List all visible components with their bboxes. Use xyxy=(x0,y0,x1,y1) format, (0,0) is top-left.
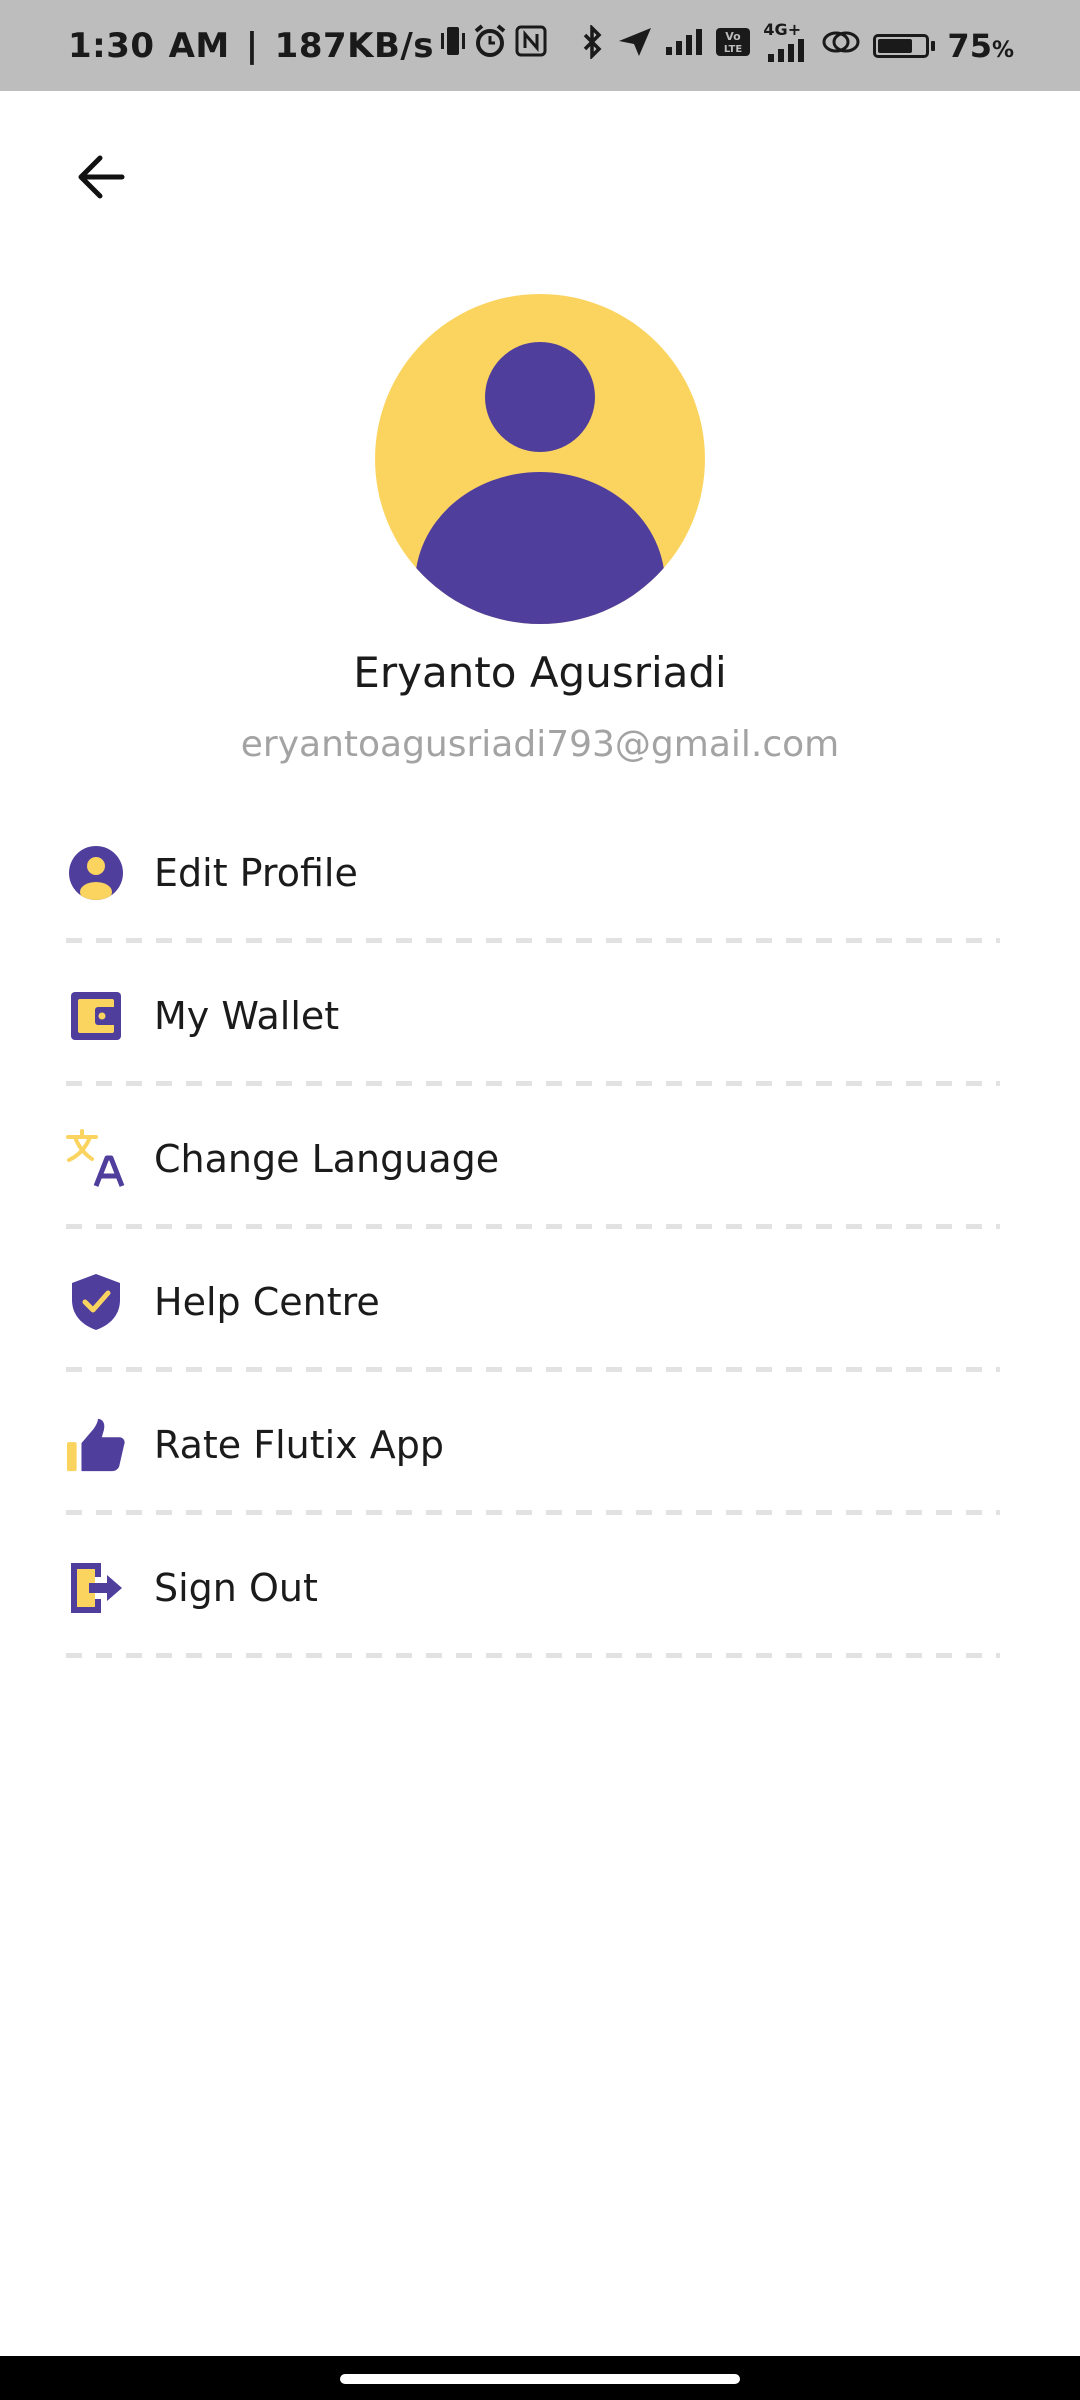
status-separator: | xyxy=(245,25,259,66)
translate-icon xyxy=(66,1128,126,1189)
menu-label-change-language: Change Language xyxy=(154,1136,500,1181)
location-send-icon xyxy=(617,25,653,67)
sign-out-icon xyxy=(66,1558,126,1618)
status-bar: 1:30 AM | 187KB/s Vo LTE 4G+ 75% xyxy=(0,0,1080,91)
menu-label-rate-app: Rate Flutix App xyxy=(154,1422,444,1467)
arrow-left-icon xyxy=(76,154,126,204)
menu-item-change-language[interactable]: Change Language xyxy=(66,1098,1000,1241)
menu-label-sign-out: Sign Out xyxy=(154,1565,318,1610)
svg-text:LTE: LTE xyxy=(724,44,743,55)
status-time: 1:30 xyxy=(68,25,155,66)
volte-icon: Vo LTE xyxy=(715,26,751,66)
alarm-icon xyxy=(472,23,508,68)
profile-menu: Edit Profile My Wallet Change Language H… xyxy=(66,812,1000,1670)
hotspot-icon xyxy=(821,26,861,66)
network-type-label: 4G+ xyxy=(763,19,802,39)
vibrate-icon xyxy=(440,24,466,67)
user-avatar-icon xyxy=(375,294,705,624)
menu-label-edit-profile: Edit Profile xyxy=(154,850,358,895)
svg-text:Vo: Vo xyxy=(726,30,742,43)
thumbs-up-icon xyxy=(66,1415,126,1475)
menu-item-edit-profile[interactable]: Edit Profile xyxy=(66,812,1000,955)
status-ampm: AM xyxy=(168,25,230,66)
user-circle-icon xyxy=(66,843,126,903)
menu-item-help-centre[interactable]: Help Centre xyxy=(66,1241,1000,1384)
shield-check-icon xyxy=(66,1272,126,1332)
menu-item-sign-out[interactable]: Sign Out xyxy=(66,1527,1000,1670)
back-button[interactable] xyxy=(66,148,136,210)
profile-name: Eryanto Agusriadi xyxy=(353,648,727,697)
network-speed: 187KB/s xyxy=(274,25,435,66)
battery-percent: 75% xyxy=(947,26,1014,65)
menu-label-my-wallet: My Wallet xyxy=(154,993,340,1038)
status-left: 1:30 AM | 187KB/s xyxy=(68,0,548,91)
nfc-icon xyxy=(514,24,548,67)
avatar[interactable] xyxy=(375,294,705,624)
signal-icon xyxy=(665,27,703,65)
menu-label-help-centre: Help Centre xyxy=(154,1279,380,1324)
status-right: Vo LTE 4G+ 75% xyxy=(581,0,1014,91)
profile-email: eryantoagusriadi793@gmail.com xyxy=(240,724,840,765)
bluetooth-icon xyxy=(581,23,605,67)
wallet-icon xyxy=(66,986,126,1046)
battery-icon xyxy=(873,33,936,58)
menu-item-rate-app[interactable]: Rate Flutix App xyxy=(66,1384,1000,1527)
home-indicator[interactable] xyxy=(340,2374,740,2384)
signal-4g-icon: 4G+ xyxy=(763,20,809,66)
menu-item-my-wallet[interactable]: My Wallet xyxy=(66,955,1000,1098)
